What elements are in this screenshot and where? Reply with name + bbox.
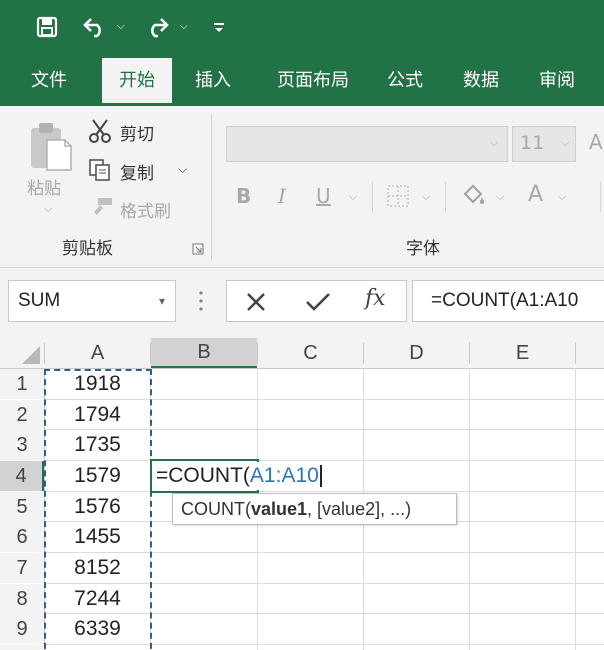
underline-dropdown-icon[interactable]: ⌵: [349, 190, 357, 204]
cancel-icon[interactable]: [245, 291, 267, 317]
tab-formulas[interactable]: 公式: [374, 56, 436, 106]
tooltip-other-args: , [value2], ...): [307, 499, 412, 519]
borders-icon[interactable]: [386, 184, 410, 213]
fill-color-icon[interactable]: [460, 182, 486, 213]
divider: [372, 182, 373, 212]
formula-input[interactable]: =COUNT(A1:A10: [412, 280, 604, 322]
row-header-1[interactable]: 1: [0, 369, 44, 399]
font-group-label: 字体: [406, 239, 440, 259]
enter-icon[interactable]: [305, 291, 331, 317]
divider: [44, 342, 45, 364]
clipboard-group-label: 剪贴板: [62, 239, 113, 259]
copy-icon[interactable]: [88, 158, 112, 187]
formula-range-reference: A1:A10: [249, 464, 319, 487]
format-painter-label[interactable]: 格式刷: [120, 197, 171, 222]
divider: [363, 342, 364, 364]
column-header-c[interactable]: C: [258, 338, 363, 368]
insert-function-icon[interactable]: fx: [365, 286, 386, 311]
tab-insert[interactable]: 插入: [182, 56, 244, 106]
divider: [150, 342, 151, 364]
formula-buttons: fx: [226, 280, 407, 322]
tab-file[interactable]: 文件: [18, 56, 80, 106]
bold-button[interactable]: B: [236, 184, 251, 208]
font-size-dropdown-icon[interactable]: ⌵: [561, 136, 569, 150]
gridline: [469, 368, 470, 650]
divider: [575, 342, 576, 364]
paste-label[interactable]: 粘贴: [27, 174, 61, 199]
tab-data[interactable]: 数据: [450, 56, 512, 106]
column-header-e[interactable]: E: [470, 338, 575, 368]
row-header-4[interactable]: 4: [0, 461, 44, 491]
redo-icon[interactable]: [142, 10, 172, 44]
column-header-d[interactable]: D: [364, 338, 469, 368]
worksheet-grid: A B C D E 1 2 3 4 5 6 7 8 9 1918 1794 17…: [0, 338, 604, 650]
name-box-dropdown-icon[interactable]: ▾: [159, 281, 165, 321]
name-box[interactable]: SUM ▾: [8, 280, 176, 322]
formula-bar-grip-icon: [198, 288, 204, 318]
row-header-8[interactable]: 8: [0, 584, 44, 614]
tab-home[interactable]: 开始: [102, 58, 172, 106]
customize-icon[interactable]: [208, 10, 230, 44]
paste-icon[interactable]: [27, 120, 73, 177]
font-color-dropdown-icon[interactable]: ⌵: [558, 190, 566, 204]
name-box-value: SUM: [18, 290, 61, 311]
divider: [445, 182, 446, 212]
undo-icon[interactable]: [80, 10, 110, 44]
formula-bar: SUM ▾ fx =COUNT(A1:A10: [0, 268, 604, 338]
underline-button[interactable]: U: [316, 184, 331, 208]
title-bar: ⌵ ⌵: [0, 0, 604, 56]
tab-page-layout[interactable]: 页面布局: [258, 56, 368, 106]
tab-review[interactable]: 审阅: [526, 56, 588, 106]
save-icon[interactable]: [30, 10, 64, 44]
italic-button[interactable]: I: [278, 184, 286, 208]
column-header-f[interactable]: [576, 338, 604, 368]
clipboard-launcher-icon[interactable]: [192, 240, 204, 260]
borders-dropdown-icon[interactable]: ⌵: [422, 190, 430, 204]
undo-dropdown-icon[interactable]: ⌵: [117, 21, 125, 32]
group-divider: [211, 114, 212, 260]
font-name-dropdown-icon[interactable]: ⌵: [490, 136, 498, 150]
divider: [257, 342, 258, 364]
redo-dropdown-icon[interactable]: ⌵: [180, 21, 188, 32]
row-header-2[interactable]: 2: [0, 400, 44, 430]
ribbon: 粘贴 ⌵ 剪切 复制 ⌵ 格式刷 剪贴板 ⌵ 11 ⌵ A B I U ⌵ ⌵ …: [0, 106, 604, 268]
copy-label[interactable]: 复制: [120, 159, 154, 184]
increase-font-icon[interactable]: A: [589, 130, 603, 154]
column-header-a[interactable]: A: [45, 338, 150, 368]
range-reference-marquee: [44, 369, 152, 650]
format-painter-icon[interactable]: [88, 196, 114, 223]
row-header-3[interactable]: 3: [0, 430, 44, 460]
font-name-box[interactable]: [226, 126, 508, 162]
function-tooltip[interactable]: COUNT(value1, [value2], ...): [172, 493, 457, 525]
row-header-5[interactable]: 5: [0, 492, 44, 522]
cut-label[interactable]: 剪切: [120, 120, 154, 145]
cell-b4-editor[interactable]: =COUNT(A1:A10: [156, 462, 324, 490]
row-header-7[interactable]: 7: [0, 553, 44, 583]
tooltip-current-arg: value1: [251, 499, 308, 519]
font-size-value: 11: [520, 132, 545, 154]
ribbon-tabs: 文件 开始 插入 页面布局 公式 数据 审阅: [0, 56, 604, 106]
tooltip-function: COUNT(: [181, 499, 251, 519]
copy-dropdown-icon[interactable]: ⌵: [178, 162, 187, 177]
row-header-9[interactable]: 9: [0, 614, 44, 644]
text-cursor: [319, 465, 322, 488]
formula-prefix: =COUNT(: [156, 464, 250, 487]
row-header-6[interactable]: 6: [0, 522, 44, 552]
select-all-corner[interactable]: [0, 338, 44, 368]
gridline: [575, 368, 576, 650]
divider: [600, 182, 601, 212]
divider: [469, 342, 470, 364]
cut-icon[interactable]: [88, 118, 112, 149]
column-header-b[interactable]: B: [151, 338, 257, 368]
font-color-button[interactable]: A: [528, 182, 543, 207]
fill-color-dropdown-icon[interactable]: ⌵: [496, 190, 504, 204]
row-header-10[interactable]: [0, 645, 44, 650]
paste-dropdown-icon[interactable]: ⌵: [44, 202, 52, 216]
